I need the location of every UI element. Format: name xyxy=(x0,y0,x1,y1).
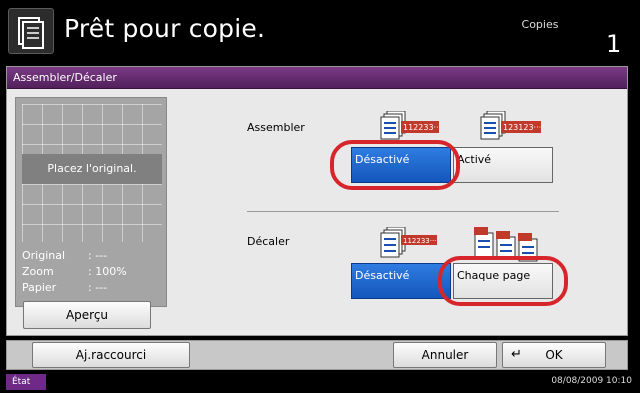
info-row-papier: Papier : --- xyxy=(20,280,166,296)
ok-label: OK xyxy=(545,348,563,362)
info-row-original: Original : --- xyxy=(20,248,166,264)
status-bar xyxy=(0,372,640,393)
copies-count: 1 xyxy=(606,30,622,58)
svg-text:112233···: 112233··· xyxy=(403,237,436,245)
info-row-zoom: Zoom : 100% xyxy=(20,264,166,280)
enter-icon: ↵ xyxy=(511,347,522,362)
header: Prêt pour copie. Copies 1 xyxy=(0,0,640,64)
info-key: Original xyxy=(22,249,66,262)
panel-header: Assembler/Décaler xyxy=(7,67,627,89)
collate-offset-panel: Assembler/Décaler Placez l'original. Ori… xyxy=(6,66,628,336)
copy-screen: Prêt pour copie. Copies 1 Assembler/Déca… xyxy=(0,0,640,393)
place-original-message: Placez l'original. xyxy=(22,154,162,184)
apercu-button[interactable]: Aperçu xyxy=(23,301,151,329)
no-offset-stack-icon: 112233··· xyxy=(380,227,437,258)
svg-text:123123···: 123123··· xyxy=(503,123,541,132)
preview-area: Placez l'original. Original : --- Zoom :… xyxy=(15,97,167,307)
copier-icon xyxy=(8,8,54,54)
panel-title: Assembler/Décaler xyxy=(13,71,117,84)
status-button[interactable]: État xyxy=(6,374,46,390)
assembler-on-button[interactable]: Activé xyxy=(453,147,553,183)
cancel-button[interactable]: Annuler xyxy=(393,342,497,368)
decaler-highlight-ring xyxy=(438,256,568,306)
status-title: Prêt pour copie. xyxy=(64,14,266,43)
collated-stack-icon: 123123··· xyxy=(480,111,541,140)
preview-grid: Placez l'original. xyxy=(22,104,162,242)
info-value: : --- xyxy=(88,281,108,294)
svg-text:112233···: 112233··· xyxy=(403,123,441,132)
ok-button[interactable]: ↵ OK xyxy=(502,342,606,368)
info-value: : 100% xyxy=(88,265,127,278)
add-shortcut-button[interactable]: Aj.raccourci xyxy=(32,342,190,368)
info-value: : --- xyxy=(88,249,108,262)
info-key: Zoom xyxy=(22,265,54,278)
copies-label: Copies xyxy=(521,18,559,31)
assembler-label: Assembler xyxy=(247,121,305,134)
section-divider xyxy=(247,211,559,212)
assembler-highlight-ring xyxy=(330,140,460,190)
decaler-off-button[interactable]: Désactivé xyxy=(351,263,451,299)
decaler-label: Décaler xyxy=(247,235,290,248)
info-key: Papier xyxy=(22,281,57,294)
preview-info: Original : --- Zoom : 100% Papier : --- xyxy=(20,248,166,296)
datetime: 08/08/2009 10:10 xyxy=(551,376,632,386)
